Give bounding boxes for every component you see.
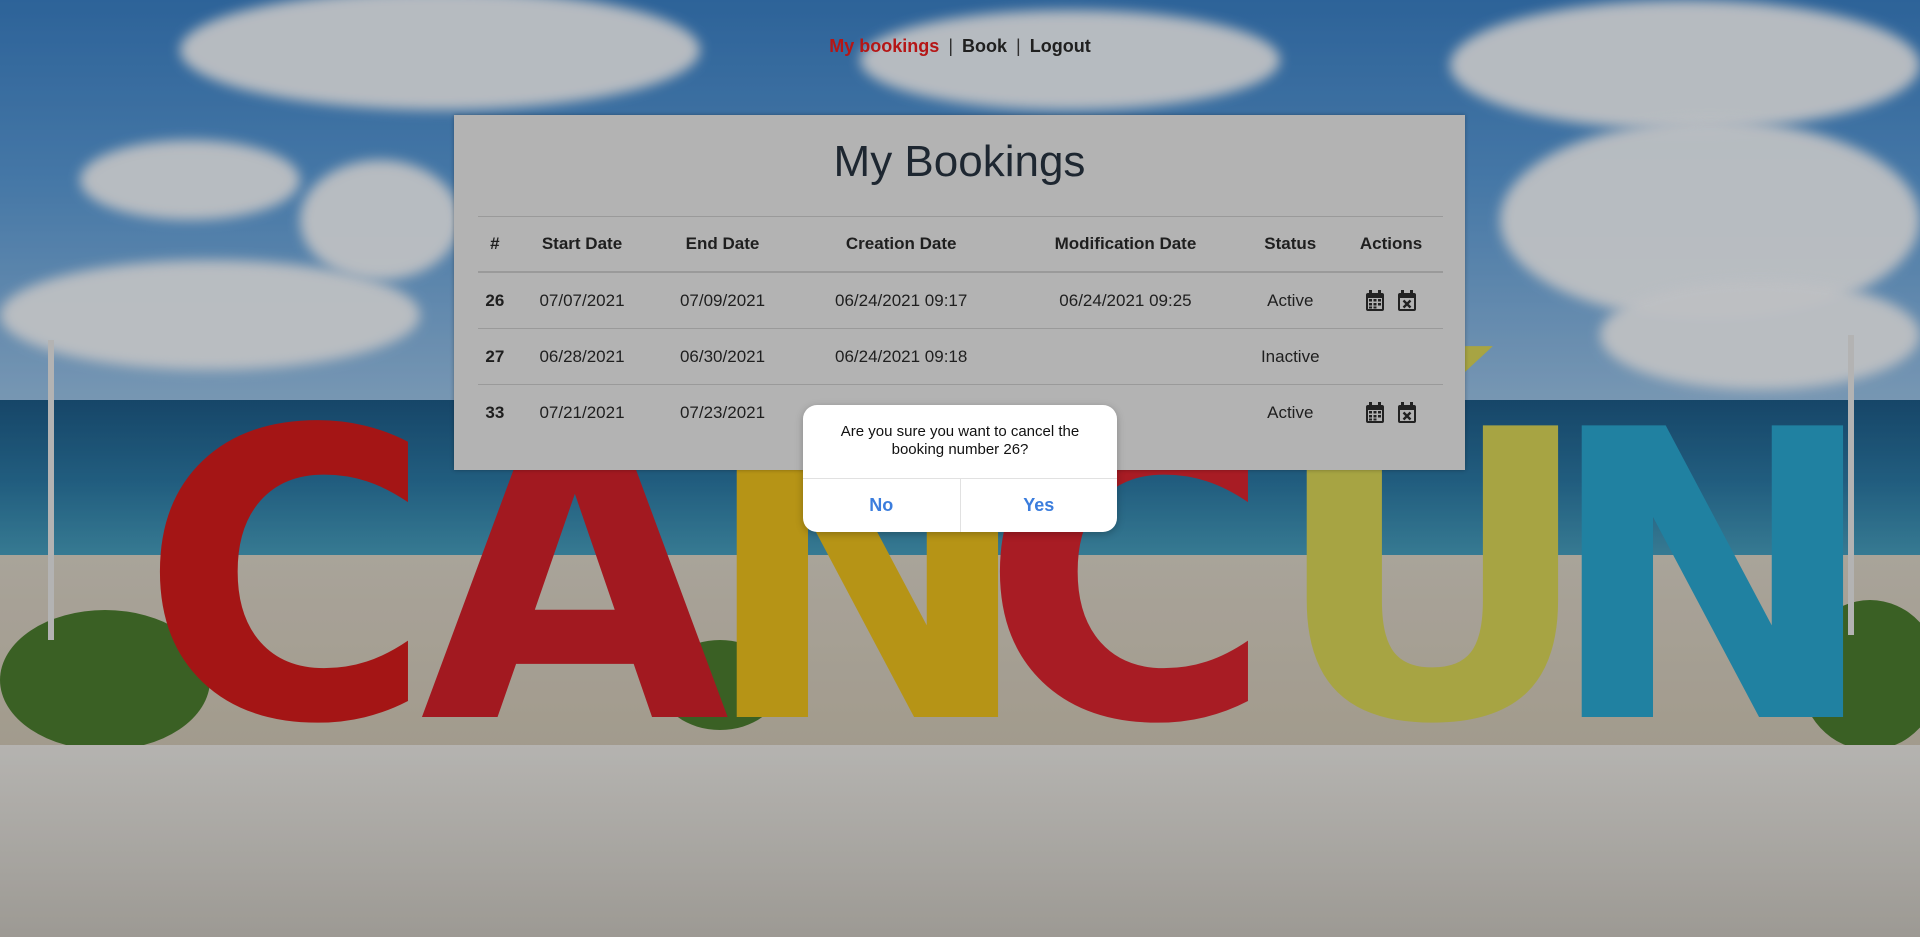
creation-date: 06/24/2021 09:18 (792, 328, 1010, 385)
actions-cell (1339, 385, 1443, 441)
header-end-date: End Date (652, 216, 793, 273)
nav-logout-link[interactable]: Logout (1030, 36, 1091, 56)
nav-my-bookings-link[interactable]: My bookings (829, 36, 939, 56)
booking-id: 33 (485, 402, 505, 422)
status: Active (1241, 272, 1340, 329)
dialog-buttons: No Yes (803, 478, 1117, 532)
status: Inactive (1241, 328, 1340, 385)
end-date: 07/23/2021 (679, 402, 766, 422)
booking-id: 27 (478, 328, 512, 385)
start-date: 06/28/2021 (511, 328, 653, 385)
top-nav: My bookings | Book | Logout (0, 36, 1920, 57)
table-row: 27 06/28/2021 06/30/2021 06/24/2021 09:1… (478, 328, 1443, 385)
nav-separator: | (948, 36, 953, 56)
header-modification-date: Modification Date (1009, 216, 1242, 273)
start-date: 07/07/2021 (511, 272, 653, 329)
nav-book-link[interactable]: Book (962, 36, 1007, 56)
calendar-edit-icon[interactable] (1365, 401, 1385, 424)
calendar-cancel-icon[interactable] (1397, 289, 1417, 312)
end-date: 07/09/2021 (652, 272, 793, 329)
modification-date: 06/24/2021 09:25 (1009, 272, 1242, 329)
status: Active (1267, 402, 1314, 422)
header-start-date: Start Date (511, 216, 653, 273)
header-creation-date: Creation Date (792, 216, 1010, 273)
no-button[interactable]: No (803, 479, 960, 532)
header-actions: Actions (1339, 216, 1443, 273)
start-date: 07/21/2021 (539, 402, 625, 422)
dialog-message: Are you sure you want to cancel the book… (840, 423, 1080, 458)
creation-date: 06/24/2021 09:17 (792, 272, 1010, 329)
end-date: 06/30/2021 (652, 328, 793, 385)
modification-date (1009, 328, 1242, 385)
nav-separator: | (1016, 36, 1021, 56)
actions-cell (1339, 328, 1443, 385)
table-header-row: # Start Date End Date Creation Date Modi… (478, 216, 1443, 273)
calendar-cancel-icon[interactable] (1397, 401, 1417, 424)
cancel-confirm-dialog: Are you sure you want to cancel the book… (803, 405, 1117, 532)
yes-button[interactable]: Yes (959, 479, 1118, 532)
calendar-edit-icon[interactable] (1365, 289, 1385, 312)
page-title: My Bookings (833, 137, 1086, 186)
booking-id: 26 (478, 272, 512, 329)
table-row: 26 07/07/2021 07/09/2021 06/24/2021 09:1… (478, 272, 1443, 329)
header-number: # (478, 216, 512, 273)
header-status: Status (1241, 216, 1340, 273)
actions-cell (1339, 272, 1443, 329)
